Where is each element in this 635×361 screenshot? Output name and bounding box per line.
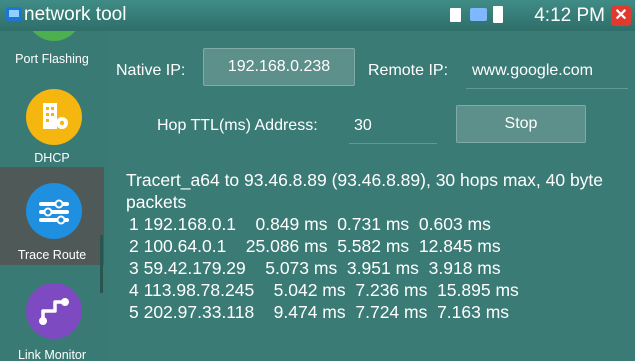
- remote-ip-input[interactable]: www.google.com: [466, 61, 628, 89]
- trace-header: Tracert_a64 to 93.46.8.89 (93.46.8.89), …: [126, 170, 604, 212]
- sidebar-item-port-flashing[interactable]: Port Flashing: [0, 31, 104, 81]
- sidebar-item-label: Port Flashing: [15, 52, 89, 66]
- hop-ttl-input[interactable]: 30: [349, 116, 437, 144]
- close-icon[interactable]: ✕: [611, 6, 631, 26]
- app-title: network tool: [24, 4, 127, 25]
- remote-ip-label: Remote IP:: [368, 62, 449, 79]
- hop-ttl-label: Hop TTL(ms) Address:: [157, 117, 318, 134]
- clock: 4:12 PM: [534, 5, 605, 26]
- trace-output: Tracert_a64 to 93.46.8.89 (93.46.8.89), …: [126, 169, 626, 323]
- title-bar: network tool 4:12 PM ✕: [0, 0, 635, 31]
- stop-button[interactable]: Stop: [456, 105, 586, 143]
- sd-card-icon: [450, 8, 461, 22]
- network-icon: [470, 8, 487, 21]
- hop-line: 4 113.98.78.245 5.042 ms 7.236 ms 15.895…: [129, 280, 519, 300]
- dhcp-icon: [26, 89, 82, 145]
- sidebar-item-trace-route[interactable]: Trace Route: [0, 167, 104, 265]
- hop-line: 1 192.168.0.1 0.849 ms 0.731 ms 0.603 ms: [129, 214, 491, 234]
- hop-line: 3 59.42.179.29 5.073 ms 3.951 ms 3.918 m…: [129, 258, 501, 278]
- native-ip-field[interactable]: 192.168.0.238: [203, 48, 355, 86]
- sidebar-item-dhcp[interactable]: DHCP: [0, 81, 104, 165]
- sidebar-item-label: Link Monitor: [17, 348, 87, 361]
- main-panel: Native IP: 192.168.0.238 Remote IP: www.…: [106, 31, 635, 361]
- battery-icon: [493, 6, 503, 23]
- port-flashing-icon: [26, 31, 82, 41]
- sidebar: Port Flashing DHCP Trace Route Link Moni…: [0, 31, 106, 361]
- link-monitor-icon: [26, 283, 82, 339]
- native-ip-label: Native IP:: [116, 62, 186, 79]
- sidebar-item-link-monitor[interactable]: Link Monitor: [0, 269, 104, 361]
- hop-line: 5 202.97.33.118 9.474 ms 7.724 ms 7.163 …: [129, 302, 510, 322]
- sidebar-scrollbar[interactable]: [100, 235, 103, 293]
- hop-line: 2 100.64.0.1 25.086 ms 5.582 ms 12.845 m…: [129, 236, 501, 256]
- trace-route-icon: [26, 183, 82, 239]
- sidebar-item-label: DHCP: [34, 151, 70, 165]
- app-icon: [6, 7, 22, 21]
- sidebar-item-label: Trace Route: [17, 248, 87, 262]
